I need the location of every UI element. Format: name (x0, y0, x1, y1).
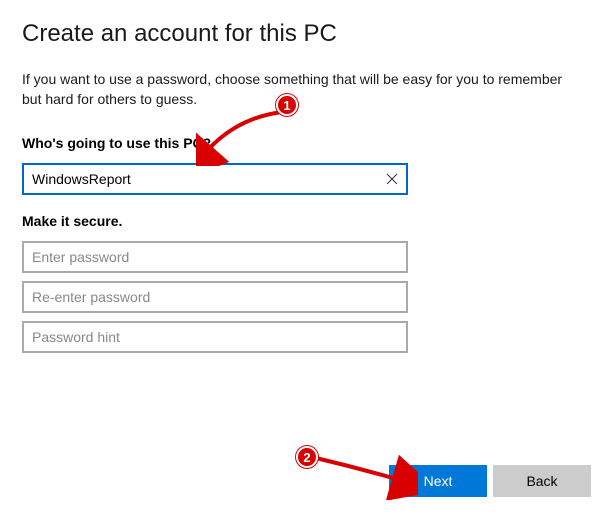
username-section: Who's going to use this PC? (22, 135, 591, 195)
confirm-password-input[interactable] (22, 281, 408, 313)
username-input-wrap (22, 163, 408, 195)
page-title: Create an account for this PC (22, 20, 591, 48)
button-row: Next Back (389, 465, 591, 497)
annotation-badge-2: 2 (296, 446, 318, 468)
password-hint-input[interactable] (22, 321, 408, 353)
next-button[interactable]: Next (389, 465, 487, 497)
password-section: Make it secure. (22, 213, 591, 353)
back-button[interactable]: Back (493, 465, 591, 497)
username-input[interactable] (22, 163, 408, 195)
password-input[interactable] (22, 241, 408, 273)
username-label: Who's going to use this PC? (22, 135, 591, 151)
clear-icon[interactable] (382, 169, 402, 189)
page-description: If you want to use a password, choose so… (22, 70, 582, 109)
password-section-label: Make it secure. (22, 213, 591, 229)
